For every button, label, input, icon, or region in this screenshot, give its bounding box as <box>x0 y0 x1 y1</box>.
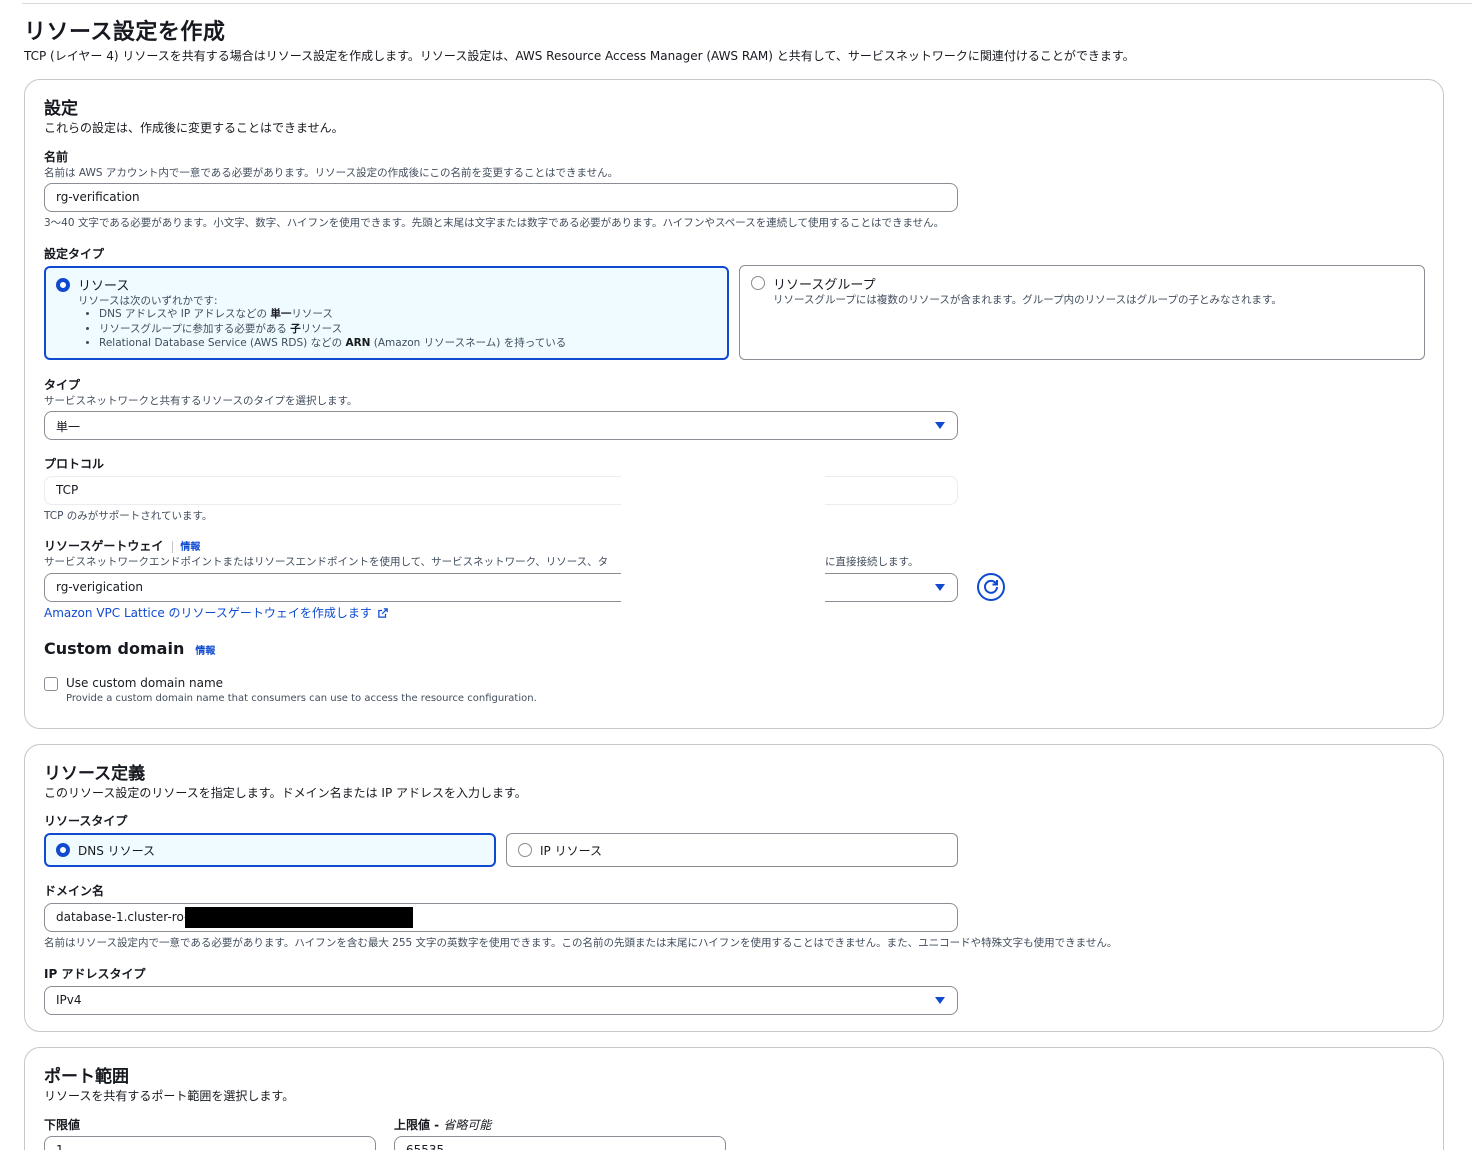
config-type-group-tile[interactable]: リソースグループ リソースグループには複数のリソースが含まれます。グループ内のリ… <box>739 265 1425 360</box>
settings-panel: 設定 これらの設定は、作成後に変更することはできません。 名前 名前は AWS … <box>24 79 1444 729</box>
chevron-down-icon <box>935 422 945 429</box>
info-divider <box>172 540 174 553</box>
resource-radio[interactable] <box>56 278 70 292</box>
lower-port-label: 下限値 <box>44 1118 81 1132</box>
settings-description: これらの設定は、作成後に変更することはできません。 <box>44 121 344 135</box>
upper-port-input[interactable]: 65535 <box>394 1136 726 1150</box>
type-label: タイプ <box>44 378 81 392</box>
protocol-note: TCP のみがサポートされています。 <box>44 510 213 522</box>
port-range-panel: ポート範囲 リソースを共有するポート範囲を選択します。 下限値 1 上限値 - … <box>24 1047 1444 1150</box>
custom-domain-checkbox-label: Use custom domain name <box>66 676 224 690</box>
blank-overlay <box>621 475 825 605</box>
domain-label: ドメイン名 <box>44 884 105 898</box>
custom-domain-info-link[interactable]: 情報 <box>195 646 215 657</box>
group-radio[interactable] <box>751 276 765 290</box>
custom-domain-checkbox-description: Provide a custom domain name that consum… <box>66 693 537 704</box>
refresh-icon <box>984 579 998 594</box>
config-type-label: 設定タイプ <box>44 247 105 261</box>
chevron-down-icon <box>935 584 945 591</box>
bullet-single: DNS アドレスや IP アドレスなどの 単一リソース <box>99 307 566 322</box>
dns-radio[interactable] <box>56 843 70 857</box>
gateway-description-right: に直接接続します。 <box>825 556 919 568</box>
bullet-child: リソースグループに参加する必要がある 子リソース <box>99 322 566 337</box>
ip-resource-tile[interactable]: IP リソース <box>506 833 958 867</box>
resource-bullets: DNS アドレスや IP アドレスなどの 単一リソース リソースグループに参加す… <box>79 307 566 351</box>
page-title: リソース設定を作成 <box>24 20 226 45</box>
chevron-down-icon <box>935 997 945 1004</box>
ip-type-select[interactable]: IPv4 <box>44 986 958 1015</box>
ip-resource-label: IP リソース <box>540 844 602 858</box>
dns-resource-tile[interactable]: DNS リソース <box>44 833 496 867</box>
domain-input[interactable]: database-1.cluster-ro- <box>44 903 958 932</box>
ip-radio[interactable] <box>518 843 532 857</box>
settings-heading: 設定 <box>44 99 78 119</box>
dns-resource-label: DNS リソース <box>78 844 156 858</box>
create-gateway-link[interactable]: Amazon VPC Lattice のリソースゲートウェイを作成します <box>44 604 388 621</box>
bullet-arn: Relational Database Service (AWS RDS) など… <box>99 336 566 351</box>
custom-domain-heading: Custom domain <box>44 639 185 658</box>
group-description: リソースグループには複数のリソースが含まれます。グループ内のリソースはグループの… <box>773 294 1282 306</box>
upper-port-optional: 省略可能 <box>443 1118 492 1132</box>
resource-definition-panel: リソース定義 このリソース設定のリソースを指定します。ドメイン名または IP ア… <box>24 744 1444 1032</box>
resource-intro: リソースは次のいずれかです: <box>78 295 218 307</box>
type-description: サービスネットワークと共有するリソースのタイプを選択します。 <box>44 395 358 407</box>
page-description: TCP (レイヤー 4) リソースを共有する場合はリソース設定を作成します。リソ… <box>24 49 1135 63</box>
resource-definition-description: このリソース設定のリソースを指定します。ドメイン名または IP アドレスを入力し… <box>44 786 527 800</box>
type-select[interactable]: 単一 <box>44 411 958 440</box>
protocol-label: プロトコル <box>44 457 105 471</box>
external-link-icon <box>378 608 388 618</box>
domain-constraint: 名前はリソース設定内で一意である必要があります。ハイフンを含む最大 255 文字… <box>44 937 1118 949</box>
gateway-label: リソースゲートウェイ <box>44 539 164 553</box>
gateway-label-row: リソースゲートウェイ 情報 <box>44 537 200 554</box>
ip-type-label: IP アドレスタイプ <box>44 967 146 981</box>
gateway-select-value: rg-verigication <box>56 580 143 594</box>
top-divider <box>22 3 1472 4</box>
name-input[interactable]: rg-verification <box>44 183 958 212</box>
custom-domain-header: Custom domain 情報 <box>44 639 215 658</box>
resource-definition-heading: リソース定義 <box>44 764 146 784</box>
config-type-resource-tile[interactable]: リソース リソースは次のいずれかです: DNS アドレスや IP アドレスなどの… <box>44 266 729 360</box>
upper-port-label: 上限値 - <box>394 1118 444 1132</box>
name-description: 名前は AWS アカウント内で一意である必要があります。リソース設定の作成後にこ… <box>44 167 619 179</box>
custom-domain-checkbox[interactable] <box>44 677 58 691</box>
gateway-description-left: サービスネットワークエンドポイントまたはリソースエンドポイントを使用して、サービ… <box>44 556 609 568</box>
gateway-info-link[interactable]: 情報 <box>180 542 200 553</box>
ip-type-select-value: IPv4 <box>56 993 82 1007</box>
refresh-button[interactable] <box>977 573 1005 601</box>
name-constraint: 3〜40 文字である必要があります。小文字、数字、ハイフンを使用できます。先頭と… <box>44 217 945 229</box>
port-range-heading: ポート範囲 <box>44 1067 129 1087</box>
port-range-description: リソースを共有するポート範囲を選択します。 <box>44 1089 295 1103</box>
type-select-value: 単一 <box>56 420 81 434</box>
upper-port-label-row: 上限値 - 省略可能 <box>394 1116 491 1133</box>
redaction-bar <box>185 907 413 928</box>
name-label: 名前 <box>44 150 69 164</box>
resource-title: リソース <box>78 279 130 294</box>
group-title: リソースグループ <box>773 278 876 293</box>
resource-type-label: リソースタイプ <box>44 814 128 828</box>
lower-port-input[interactable]: 1 <box>44 1136 376 1150</box>
